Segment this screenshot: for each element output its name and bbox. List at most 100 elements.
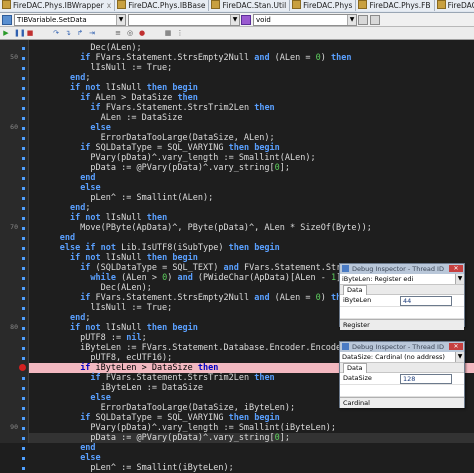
step-over-icon[interactable]: ↷ xyxy=(52,29,60,37)
executable-line-marker[interactable] xyxy=(22,77,25,80)
executable-line-marker[interactable] xyxy=(22,167,25,170)
close-icon[interactable]: ✕ xyxy=(449,265,463,272)
executable-line-marker[interactable] xyxy=(22,247,25,250)
line-number-gutter[interactable]: 50 60 70 80 90 xyxy=(0,40,29,470)
code-line[interactable]: ErrorDataTooLarge(DataSize, ALen); xyxy=(29,133,474,143)
executable-line-marker[interactable] xyxy=(22,417,25,420)
code-line[interactable]: if not lIsNull then begin xyxy=(29,253,474,263)
code-line[interactable]: if SQLDataType = SQL_VARYING then begin xyxy=(29,143,474,153)
inspector-expression[interactable]: iByteLen: Register edi ▼ xyxy=(340,274,464,285)
executable-line-marker[interactable] xyxy=(22,67,25,70)
executable-line-marker[interactable] xyxy=(22,447,25,450)
code-line[interactable]: pData := @PVary(pData)^.vary_string[0]; xyxy=(29,163,474,173)
executable-line-marker[interactable] xyxy=(22,137,25,140)
executable-line-marker[interactable] xyxy=(22,467,25,470)
executable-line-marker[interactable] xyxy=(22,97,25,100)
executable-line-marker[interactable] xyxy=(22,327,25,330)
executable-line-marker[interactable] xyxy=(22,107,25,110)
code-line[interactable]: if SQLDataType = SQL_VARYING then begin xyxy=(29,413,474,423)
executable-line-marker[interactable] xyxy=(22,357,25,360)
stop-icon[interactable]: ■ xyxy=(26,29,34,37)
editor-tab[interactable]: FireDAC.Phys.IBBase xyxy=(115,0,210,11)
type-selector[interactable]: void ▼ xyxy=(253,14,357,26)
code-line[interactable]: pLen^ := Smallint(ALen); xyxy=(29,193,474,203)
cpu-view-icon[interactable]: ▦ xyxy=(164,29,172,37)
chevron-down-icon[interactable]: ▼ xyxy=(455,274,464,284)
code-line[interactable]: Dec(ALen); xyxy=(29,43,474,53)
editor-tab[interactable]: FireDAC.Phys.IBWrapper x xyxy=(0,0,116,11)
code-line[interactable]: if not lIsNull then xyxy=(29,213,474,223)
executable-line-marker[interactable] xyxy=(22,347,25,350)
scope-selector[interactable]: ▼ xyxy=(128,14,240,26)
executable-line-marker[interactable] xyxy=(22,257,25,260)
chevron-down-icon[interactable]: ▼ xyxy=(347,15,356,25)
executable-line-marker[interactable] xyxy=(22,287,25,290)
code-line[interactable]: end xyxy=(29,173,474,183)
navigate-forward-icon[interactable] xyxy=(370,15,380,25)
executable-line-marker[interactable] xyxy=(22,317,25,320)
executable-line-marker[interactable] xyxy=(22,407,25,410)
code-line[interactable]: end; xyxy=(29,203,474,213)
executable-line-marker[interactable] xyxy=(22,377,25,380)
code-line[interactable]: else xyxy=(29,183,474,193)
run-icon[interactable]: ▶ xyxy=(2,29,10,37)
threads-icon[interactable]: ⋮ xyxy=(176,29,184,37)
code-line[interactable]: else if not Lib.IsUTF8(iSubType) then be… xyxy=(29,243,474,253)
step-out-icon[interactable]: ↱ xyxy=(76,29,84,37)
editor-tab[interactable]: FireDAC.Stan.Util xyxy=(209,0,291,11)
code-line[interactable]: end xyxy=(29,233,474,243)
chevron-down-icon[interactable]: ▼ xyxy=(455,352,464,362)
executable-line-marker[interactable] xyxy=(22,227,25,230)
step-into-icon[interactable]: ↴ xyxy=(64,29,72,37)
executable-line-marker[interactable] xyxy=(22,177,25,180)
code-line[interactable]: if FVars.Statement.StrsTrim2Len then xyxy=(29,103,474,113)
pause-icon[interactable]: ❚❚ xyxy=(14,29,26,37)
tab-data[interactable]: Data xyxy=(343,363,367,373)
executable-line-marker[interactable] xyxy=(22,57,25,60)
code-line[interactable]: pLen^ := Smallint(iByteLen); xyxy=(29,463,474,473)
evaluate-icon[interactable]: ≡ xyxy=(114,29,122,37)
code-line[interactable]: end; xyxy=(29,73,474,83)
breakpoint-icon[interactable] xyxy=(19,364,26,371)
code-line[interactable]: ALen := DataSize xyxy=(29,113,474,123)
code-line[interactable]: pData := @PVary(pData)^.vary_string[0]; xyxy=(29,433,474,443)
breakpoint-icon[interactable]: ● xyxy=(138,29,146,37)
inspector-title-bar[interactable]: Debug Inspector - Thread ID ✕ xyxy=(340,342,464,352)
inspector-row[interactable]: DataSize 128 xyxy=(340,373,464,385)
code-line[interactable]: PVary(pData)^.vary_length := Smallint(AL… xyxy=(29,153,474,163)
editor-tab[interactable]: FireDAC.Phys xyxy=(290,0,357,11)
code-line[interactable]: if not lIsNull then begin xyxy=(29,83,474,93)
code-line[interactable]: end xyxy=(29,443,474,453)
code-line[interactable]: if FVars.Statement.StrsEmpty2Null and (A… xyxy=(29,53,474,63)
inspector-row-value[interactable]: 128 xyxy=(400,374,452,384)
code-line[interactable]: Move(PByte(ApData)^, PByte(pData)^, ALen… xyxy=(29,223,474,233)
inspector-row[interactable]: iByteLen 44 xyxy=(340,295,464,307)
executable-line-marker[interactable] xyxy=(22,277,25,280)
navigate-back-icon[interactable] xyxy=(358,15,368,25)
executable-line-marker[interactable] xyxy=(22,197,25,200)
debug-inspector-window-2[interactable]: Debug Inspector - Thread ID ✕ DataSize: … xyxy=(339,341,465,408)
executable-line-marker[interactable] xyxy=(22,217,25,220)
close-icon[interactable]: ✕ xyxy=(449,343,463,350)
code-line[interactable]: else xyxy=(29,123,474,133)
tab-data[interactable]: Data xyxy=(343,285,367,295)
executable-line-marker[interactable] xyxy=(22,267,25,270)
executable-line-marker[interactable] xyxy=(22,457,25,460)
code-line[interactable]: PVary(pData)^.vary_length := Smallint(iB… xyxy=(29,423,474,433)
chevron-down-icon[interactable]: ▼ xyxy=(116,15,125,25)
inspector-row-value[interactable]: 44 xyxy=(400,296,452,306)
editor-tab[interactable]: FireDAC.Stan.Error xyxy=(434,0,474,11)
executable-line-marker[interactable] xyxy=(22,147,25,150)
chevron-down-icon[interactable]: ▼ xyxy=(230,15,239,25)
close-icon[interactable]: x xyxy=(107,1,111,10)
executable-line-marker[interactable] xyxy=(22,237,25,240)
code-line[interactable]: if ALen > DataSize then xyxy=(29,93,474,103)
executable-line-marker[interactable] xyxy=(22,387,25,390)
debug-inspector-window[interactable]: Debug Inspector - Thread ID ✕ iByteLen: … xyxy=(339,263,465,330)
executable-line-marker[interactable] xyxy=(22,127,25,130)
code-line[interactable]: lIsNull := True; xyxy=(29,63,474,73)
code-line[interactable]: else xyxy=(29,453,474,463)
executable-line-marker[interactable] xyxy=(22,87,25,90)
executable-line-marker[interactable] xyxy=(22,47,25,50)
executable-line-marker[interactable] xyxy=(22,207,25,210)
